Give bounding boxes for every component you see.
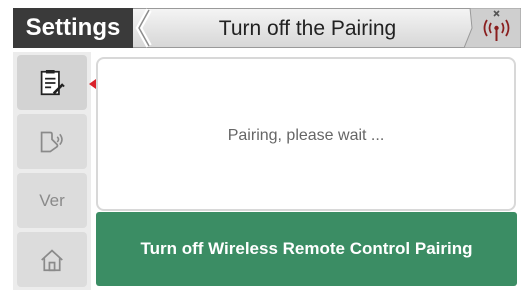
turn-off-pairing-button[interactable]: Turn off Wireless Remote Control Pairing: [96, 212, 517, 286]
turn-off-pairing-label: Turn off Wireless Remote Control Pairing: [140, 239, 473, 258]
sidebar-item-remote[interactable]: [17, 114, 87, 169]
sidebar-item-version[interactable]: Ver: [17, 173, 87, 228]
clipboard-icon: [40, 69, 65, 95]
settings-label: Settings: [25, 14, 121, 41]
active-item-marker: [89, 79, 96, 89]
sidebar-item-home[interactable]: [17, 232, 87, 287]
pairing-status-text: Pairing, please wait ...: [227, 127, 385, 144]
breadcrumb-chevron-icon: [135, 8, 152, 48]
status-panel: Pairing, please wait ...: [96, 57, 516, 211]
remote-signal-icon: [40, 131, 63, 152]
home-icon: [41, 248, 63, 271]
settings-screen: Settings Turn off the Pairing Ver Pairin…: [0, 0, 529, 296]
version-label: Ver: [39, 190, 65, 210]
settings-title-box: Settings: [13, 8, 133, 48]
page-title: Turn off the Pairing: [218, 17, 397, 40]
wireless-disconnected-icon: [464, 8, 521, 48]
sidebar-item-settings-list[interactable]: [17, 55, 87, 110]
sidebar: Ver: [13, 52, 91, 290]
